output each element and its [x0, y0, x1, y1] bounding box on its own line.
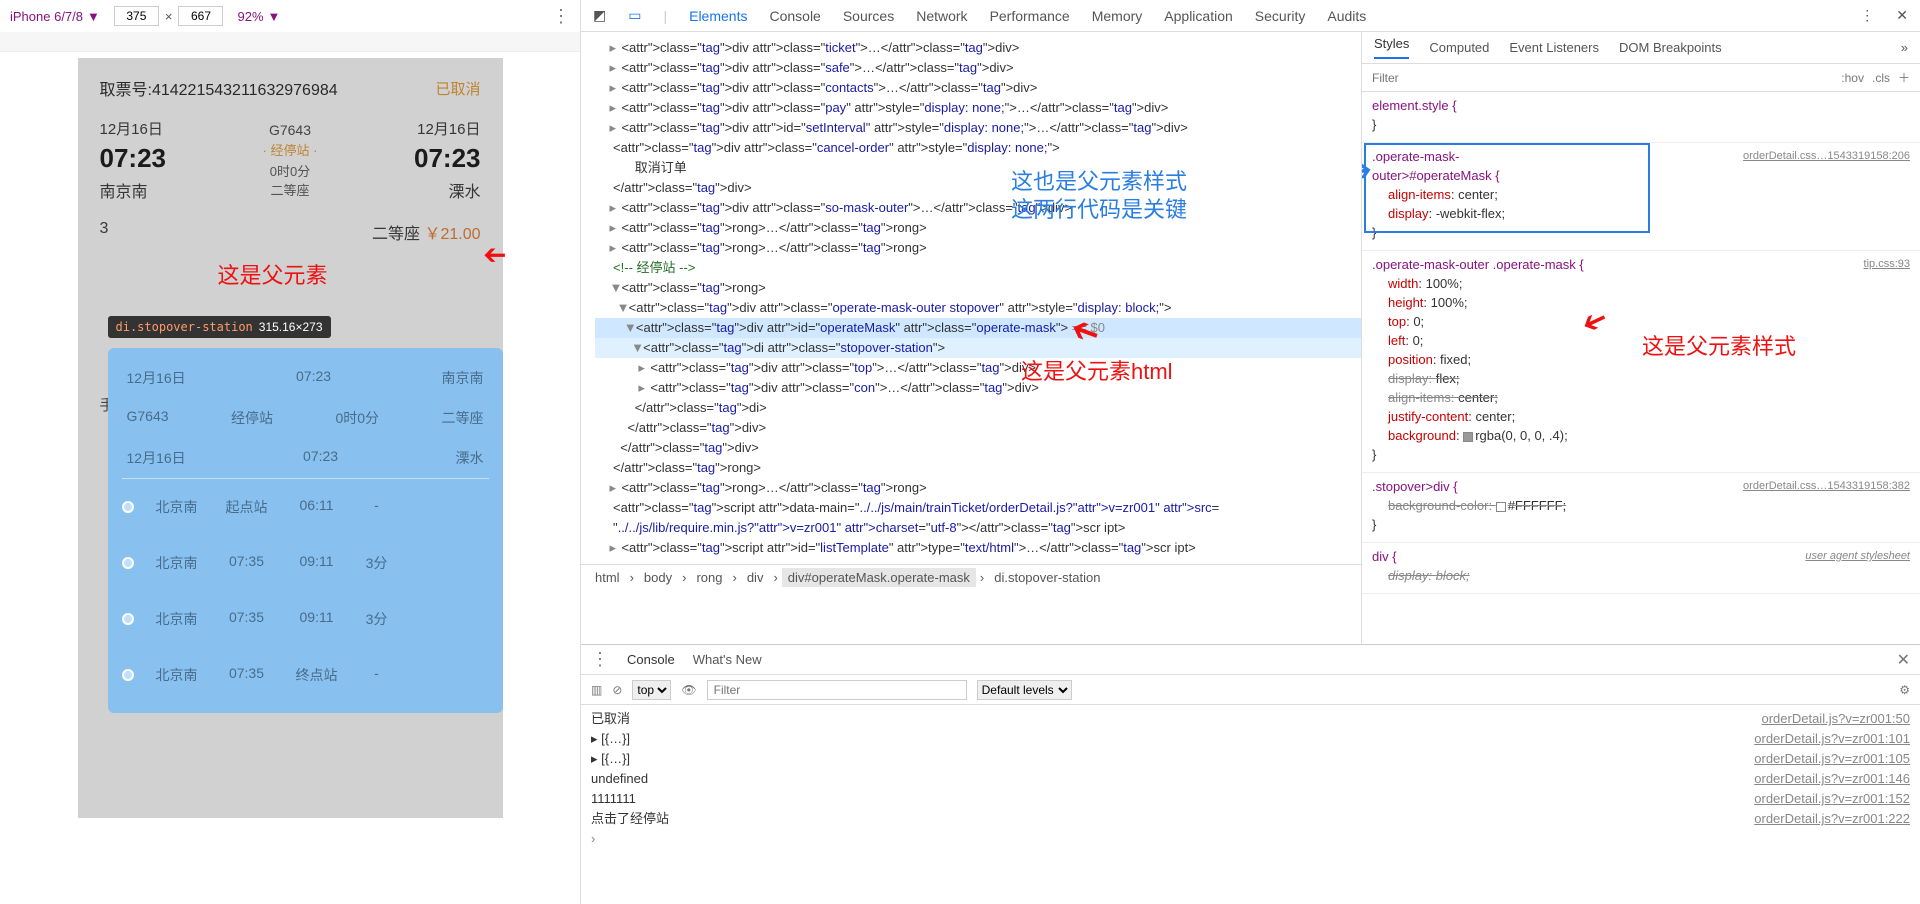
- tab-network[interactable]: Network: [916, 4, 967, 28]
- zoom-select[interactable]: 92%▼: [237, 9, 280, 24]
- annotation-parent: 这是父元素: [218, 258, 328, 290]
- hov-toggle[interactable]: :hov: [1841, 71, 1864, 85]
- tab-sources[interactable]: Sources: [843, 4, 894, 28]
- kebab-menu-icon[interactable]: ⋮: [591, 649, 609, 670]
- breadcrumb[interactable]: html›body›rong›div›div#operateMask.opera…: [581, 564, 1361, 590]
- tab-dom-breakpoints[interactable]: DOM Breakpoints: [1619, 40, 1722, 55]
- sidebar-toggle-icon[interactable]: ▥: [591, 683, 602, 697]
- tab-event-listeners[interactable]: Event Listeners: [1509, 40, 1599, 55]
- chevron-right-icon[interactable]: »: [1901, 40, 1908, 55]
- gear-icon[interactable]: ⚙: [1899, 683, 1910, 697]
- arrow-icon: ➔: [483, 238, 506, 271]
- plus-icon[interactable]: ＋: [1898, 69, 1910, 86]
- annotation-style: 这是父元素样式: [1642, 337, 1796, 356]
- console-prompt[interactable]: ›: [591, 829, 1910, 849]
- context-select[interactable]: top: [632, 680, 671, 700]
- dimensions: ×: [114, 6, 224, 26]
- annotation-blue-2: 这两行代码是关键: [1011, 200, 1187, 220]
- phone-viewport: 取票号:414221543211632976984 已取消 12月16日 07:…: [78, 58, 503, 818]
- close-icon[interactable]: ✕: [1897, 650, 1910, 670]
- device-mode-icon[interactable]: ▭: [628, 7, 641, 24]
- devtools: ◩ ▭ | Elements Console Sources Network P…: [580, 0, 1920, 904]
- close-icon[interactable]: ✕: [1896, 7, 1908, 24]
- tab-styles[interactable]: Styles: [1374, 36, 1409, 59]
- device-select[interactable]: iPhone 6/7/8▼: [10, 9, 100, 24]
- annotation-html: 这是父元素html: [1021, 362, 1173, 382]
- device-emulator: iPhone 6/7/8▼ × 92%▼ ⋮ 取票号:4142215432116…: [0, 0, 580, 904]
- tab-application[interactable]: Application: [1164, 4, 1233, 28]
- annotation-blue-1: 这也是父元素样式: [1011, 172, 1187, 192]
- style-rule[interactable]: element.style {}: [1362, 92, 1920, 143]
- tab-memory[interactable]: Memory: [1092, 4, 1143, 28]
- console-drawer: ⋮ Console What's New ✕ ▥ ⊘ top 👁 Default…: [581, 644, 1920, 904]
- kebab-menu-icon[interactable]: ⋮: [1860, 7, 1874, 24]
- tab-audits[interactable]: Audits: [1327, 4, 1366, 28]
- style-rule[interactable]: tip.css:93 .operate-mask-outer .operate-…: [1362, 251, 1920, 473]
- tab-computed[interactable]: Computed: [1429, 40, 1489, 55]
- tab-whats-new[interactable]: What's New: [693, 652, 762, 667]
- devtools-tabs: ◩ ▭ | Elements Console Sources Network P…: [581, 0, 1920, 32]
- kebab-menu-icon[interactable]: ⋮: [552, 6, 570, 27]
- style-rule[interactable]: orderDetail.css…1543319158:382 .stopover…: [1362, 473, 1920, 543]
- style-rule[interactable]: user agent stylesheet div { display: blo…: [1362, 543, 1920, 594]
- tab-console[interactable]: Console: [769, 4, 820, 28]
- levels-select[interactable]: Default levels: [977, 680, 1072, 700]
- ruler: [0, 32, 580, 52]
- stopover-popup-highlight: 12月16日07:23南京南 G7643经停站0时0分二等座 12月16日07:…: [108, 348, 503, 713]
- tab-elements[interactable]: Elements: [689, 4, 747, 28]
- inspect-icon[interactable]: ◩: [593, 7, 606, 24]
- css-origin-link[interactable]: orderDetail.css…1543319158:206: [1743, 147, 1910, 166]
- styles-filter-input[interactable]: [1372, 71, 1833, 85]
- styles-panel: Styles Computed Event Listeners DOM Brea…: [1361, 32, 1920, 644]
- tab-drawer-console[interactable]: Console: [627, 652, 675, 667]
- dim-x: ×: [165, 9, 173, 24]
- console-filter-input[interactable]: [707, 680, 967, 700]
- style-rule[interactable]: orderDetail.css…1543319158:206 .operate-…: [1362, 143, 1920, 251]
- height-input[interactable]: [178, 6, 223, 26]
- tab-security[interactable]: Security: [1255, 4, 1306, 28]
- width-input[interactable]: [114, 6, 159, 26]
- element-tooltip: di.stopover-station315.16×273: [108, 316, 331, 338]
- clear-icon[interactable]: ⊘: [612, 683, 622, 697]
- css-origin-link[interactable]: orderDetail.css…1543319158:382: [1743, 477, 1910, 496]
- device-toolbar: iPhone 6/7/8▼ × 92%▼ ⋮: [0, 0, 580, 32]
- console-output[interactable]: 已取消orderDetail.js?v=zr001:50▸ [{…}]order…: [581, 705, 1920, 904]
- elements-tree[interactable]: ▸<attr">class="tag">div attr">class="tic…: [581, 32, 1361, 564]
- css-origin-link[interactable]: tip.css:93: [1864, 255, 1910, 274]
- eye-icon[interactable]: 👁: [681, 683, 696, 697]
- cls-toggle[interactable]: .cls: [1872, 71, 1890, 85]
- tab-performance[interactable]: Performance: [990, 4, 1070, 28]
